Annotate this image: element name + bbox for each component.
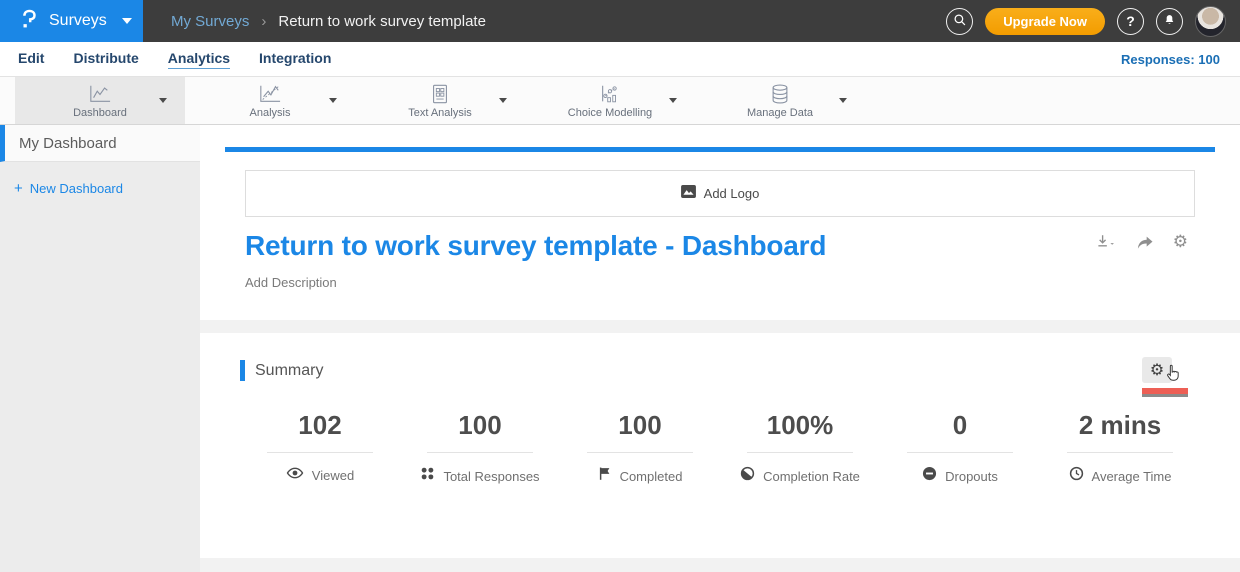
summary-card: Summary ⚙ 102 Viewed: [200, 333, 1240, 558]
dashboard-main: Add Logo Return to work survey template …: [200, 125, 1240, 572]
stat-value: 100: [427, 410, 533, 453]
share-button[interactable]: [1135, 234, 1155, 251]
dashboard-sidebar: My Dashboard + New Dashboard: [0, 125, 200, 572]
summary-header: Summary: [240, 360, 323, 381]
dashboard-chart-icon: [86, 83, 114, 105]
ribbon-label: Manage Data: [747, 107, 813, 119]
product-switcher[interactable]: Surveys: [0, 0, 143, 42]
survey-nav: Edit Distribute Analytics Integration Re…: [0, 42, 1240, 77]
top-bar: Surveys My Surveys › Return to work surv…: [0, 0, 1240, 42]
responses-count[interactable]: Responses: 100: [1121, 52, 1220, 67]
summary-title: Summary: [255, 362, 323, 380]
add-logo-label: Add Logo: [704, 186, 760, 201]
questionpro-logo-icon: [18, 7, 40, 36]
notifications-button[interactable]: [1156, 8, 1183, 35]
product-name: Surveys: [49, 12, 107, 30]
hand-cursor-icon: [1164, 363, 1183, 389]
analysis-chart-icon: [256, 83, 284, 105]
plus-icon: +: [14, 180, 23, 197]
new-dashboard-button[interactable]: + New Dashboard: [0, 162, 200, 197]
sidebar-item-my-dashboard[interactable]: My Dashboard: [0, 125, 200, 162]
stat-completion-rate: 100% Completion Rate: [720, 410, 880, 486]
text-analysis-icon: [428, 83, 452, 105]
tab-integration[interactable]: Integration: [259, 50, 331, 69]
clock-icon: [1069, 466, 1084, 486]
dashboard-header-card: Add Logo Return to work survey template …: [200, 125, 1240, 320]
ribbon-label: Text Analysis: [408, 107, 472, 119]
breadcrumb-separator: ›: [261, 13, 266, 30]
gear-icon: ⚙: [1150, 362, 1164, 378]
accent-bar: [225, 147, 1215, 152]
ribbon-label: Choice Modelling: [568, 107, 652, 119]
chevron-down-icon[interactable]: [499, 98, 507, 103]
breadcrumb-current-survey: Return to work survey template: [278, 13, 486, 30]
database-icon: [768, 83, 792, 105]
question-mark-icon: ?: [1126, 13, 1135, 29]
tab-edit[interactable]: Edit: [18, 50, 44, 69]
ribbon-item-dashboard[interactable]: Dashboard: [15, 77, 185, 124]
stat-label: Completed: [620, 469, 683, 484]
ribbon-item-choice-modelling[interactable]: Choice Modelling: [525, 77, 695, 124]
app-window: Surveys My Surveys › Return to work surv…: [0, 0, 1240, 572]
analytics-ribbon: Dashboard Analysis Text Analysis Choice …: [0, 77, 1240, 125]
breadcrumb-my-surveys[interactable]: My Surveys: [171, 13, 249, 30]
ribbon-item-manage-data[interactable]: Manage Data: [695, 77, 865, 124]
topbar-actions: Upgrade Now ?: [946, 6, 1240, 37]
dashboard-title[interactable]: Return to work survey template - Dashboa…: [245, 230, 826, 262]
stat-label: Completion Rate: [763, 469, 860, 484]
accent-bar: [240, 360, 245, 381]
grid-dots-icon: [420, 466, 435, 486]
new-dashboard-label: New Dashboard: [30, 181, 123, 196]
minus-circle-icon: [922, 466, 937, 486]
stat-value: 102: [267, 410, 373, 453]
stat-label: Total Responses: [443, 469, 539, 484]
contrast-circle-icon: [740, 466, 755, 486]
upgrade-now-button[interactable]: Upgrade Now: [985, 8, 1105, 35]
stat-label: Dropouts: [945, 469, 998, 484]
page-background-band: [200, 558, 1240, 572]
chevron-down-icon[interactable]: [839, 98, 847, 103]
stat-total-responses: 100 Total Responses: [400, 410, 560, 486]
stat-completed: 100 Completed: [560, 410, 720, 486]
choice-modelling-icon: [597, 83, 623, 105]
flag-icon: [598, 466, 612, 486]
add-description-button[interactable]: Add Description: [245, 275, 337, 290]
chevron-down-icon: [122, 18, 132, 24]
eye-icon: [286, 466, 304, 485]
chevron-down-icon[interactable]: [159, 98, 167, 103]
breadcrumb: My Surveys › Return to work survey templ…: [171, 13, 946, 30]
stat-label: Viewed: [312, 468, 354, 483]
search-button[interactable]: [946, 8, 973, 35]
bell-icon: [1163, 13, 1176, 30]
stat-average-time: 2 mins Average Time: [1040, 410, 1200, 486]
stat-viewed: 102 Viewed: [240, 410, 400, 486]
ribbon-label: Analysis: [250, 107, 291, 119]
stat-label: Average Time: [1092, 469, 1172, 484]
add-logo-button[interactable]: Add Logo: [245, 170, 1195, 217]
chevron-down-icon[interactable]: [329, 98, 337, 103]
title-actions: ⚙: [1095, 233, 1188, 251]
title-settings-button[interactable]: ⚙: [1173, 234, 1188, 251]
tab-analytics[interactable]: Analytics: [168, 50, 230, 69]
ribbon-label: Dashboard: [73, 107, 127, 119]
stat-value: 0: [907, 410, 1013, 453]
ribbon-item-text-analysis[interactable]: Text Analysis: [355, 77, 525, 124]
stat-dropouts: 0 Dropouts: [880, 410, 1040, 486]
help-button[interactable]: ?: [1117, 8, 1144, 35]
stat-value: 2 mins: [1067, 410, 1173, 453]
stat-value: 100%: [747, 410, 853, 453]
summary-settings-annotation: ⚙: [1142, 357, 1188, 394]
user-avatar[interactable]: [1195, 6, 1226, 37]
stat-value: 100: [587, 410, 693, 453]
search-icon: [953, 13, 967, 30]
ribbon-item-analysis[interactable]: Analysis: [185, 77, 355, 124]
chevron-down-icon[interactable]: [669, 98, 677, 103]
image-icon: [681, 185, 696, 203]
download-button[interactable]: [1095, 233, 1117, 251]
summary-stats: 102 Viewed 100 Total Responses: [240, 410, 1200, 486]
tab-distribute[interactable]: Distribute: [73, 50, 138, 69]
